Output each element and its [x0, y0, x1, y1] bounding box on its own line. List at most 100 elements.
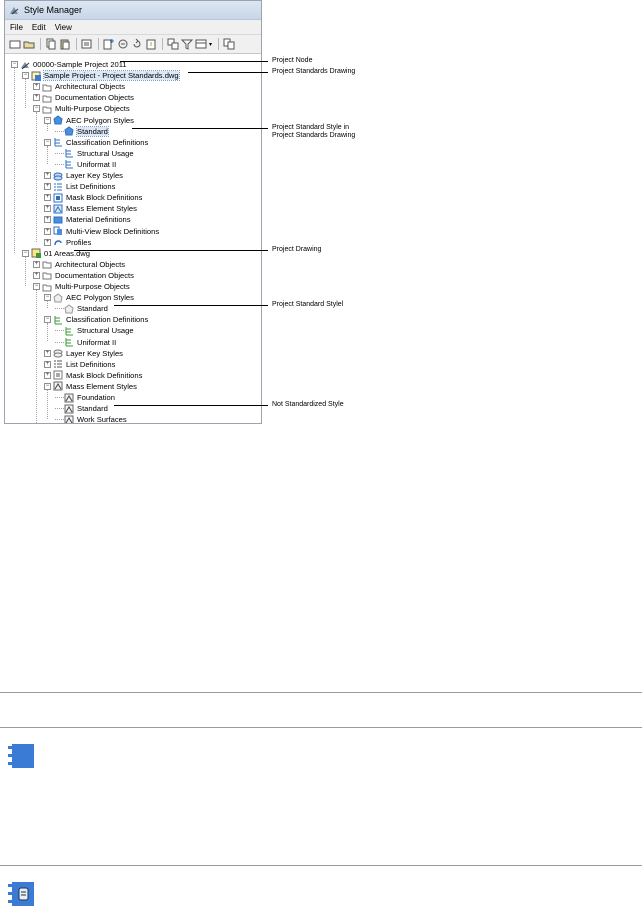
- tree-node[interactable]: Uniformat II: [55, 337, 116, 348]
- tree-guide-line: [47, 389, 48, 420]
- edit-style-icon[interactable]: [81, 38, 93, 50]
- expand-toggle[interactable]: +: [33, 94, 40, 102]
- menu-file[interactable]: File: [10, 23, 23, 32]
- view-options-icon[interactable]: [195, 38, 207, 50]
- tree-node[interactable]: Standard: [55, 403, 108, 414]
- collapse-toggle[interactable]: −: [22, 72, 29, 80]
- tree-node[interactable]: + List Definitions: [44, 181, 115, 192]
- tree-node[interactable]: + Profiles: [44, 237, 91, 248]
- tree-node-label: Documentation Objects: [55, 270, 134, 280]
- tree-node[interactable]: Work Surfaces: [55, 414, 127, 423]
- tree-node[interactable]: − Multi-Purpose Objects: [33, 281, 130, 292]
- tree-node-label: Architectural Objects: [55, 259, 126, 269]
- toolbar-separator: [218, 38, 220, 50]
- folder-icon: [42, 106, 52, 114]
- tree-node[interactable]: + Material Definitions: [44, 214, 131, 225]
- expand-toggle[interactable]: +: [44, 194, 51, 202]
- tree-node-label: Architectural Objects: [55, 82, 126, 92]
- tree-node[interactable]: − AEC Polygon Styles: [44, 115, 134, 126]
- folder-icon: [42, 84, 52, 92]
- open-icon[interactable]: [23, 38, 35, 50]
- tree-node-label: Standard: [76, 125, 109, 137]
- tree-node[interactable]: + Architectural Objects: [33, 259, 125, 270]
- tree-node[interactable]: − Classification Definitions: [44, 137, 148, 148]
- collapse-toggle[interactable]: −: [22, 249, 29, 257]
- style-manager-icon: [10, 6, 19, 14]
- expand-toggle[interactable]: +: [33, 271, 40, 279]
- collapse-toggle[interactable]: −: [11, 61, 18, 68]
- tree-node[interactable]: Structural Usage: [55, 325, 134, 336]
- help-icon[interactable]: [145, 38, 157, 50]
- filter-icon[interactable]: [181, 38, 193, 50]
- mass-gray-icon: [64, 393, 74, 402]
- expand-toggle[interactable]: +: [44, 205, 51, 213]
- folder-icon: [42, 95, 52, 103]
- new-style-icon[interactable]: [103, 38, 115, 50]
- expand-toggle[interactable]: +: [44, 183, 51, 191]
- menu-view[interactable]: View: [55, 23, 72, 32]
- tree-node-label: Uniformat II: [77, 337, 117, 347]
- tree-node-label: Mass Element Styles: [66, 204, 137, 214]
- collapse-toggle[interactable]: −: [44, 382, 51, 390]
- paste-icon[interactable]: [59, 38, 71, 50]
- tree-node[interactable]: + Architectural Objects: [33, 81, 125, 92]
- callout-leader-line: [188, 72, 268, 74]
- menu-edit[interactable]: Edit: [32, 23, 46, 32]
- sync-project-icon[interactable]: [223, 38, 235, 50]
- tree-node[interactable]: − 00000-Sample Project 2011: [11, 59, 127, 70]
- tree-node[interactable]: + Mask Block Definitions: [44, 192, 142, 203]
- tree-node[interactable]: Standard: [55, 303, 108, 314]
- copy-icon[interactable]: [45, 38, 57, 50]
- tree-node-label: Profiles: [66, 237, 92, 247]
- tree-node[interactable]: + Documentation Objects: [33, 92, 134, 103]
- polygon-gray-icon: [53, 292, 63, 303]
- drawing-icon: [31, 248, 41, 259]
- expand-toggle[interactable]: +: [44, 172, 51, 179]
- chevron-down-icon[interactable]: ▾: [209, 41, 212, 48]
- expand-toggle[interactable]: +: [44, 216, 51, 224]
- tree-guide-line: [14, 68, 15, 253]
- expand-toggle[interactable]: +: [33, 260, 40, 268]
- expand-toggle[interactable]: +: [44, 227, 51, 235]
- tree-node[interactable]: + Mask Block Definitions: [44, 370, 142, 381]
- toggle-view-icon[interactable]: [167, 38, 179, 50]
- expand-toggle[interactable]: +: [33, 83, 40, 91]
- tree-node[interactable]: + Multi-View Block Definitions: [44, 226, 159, 237]
- collapse-toggle[interactable]: −: [44, 116, 51, 124]
- classification-icon: [65, 149, 73, 158]
- tree-node[interactable]: Structural Usage: [55, 148, 134, 159]
- tree-node[interactable]: − Sample Project - Project Standards.dwg: [22, 70, 180, 82]
- tree-guide-line: [25, 256, 26, 286]
- expand-toggle[interactable]: +: [44, 238, 51, 246]
- tree-node[interactable]: + List Definitions: [44, 359, 115, 370]
- tree-node[interactable]: − Classification Definitions: [44, 314, 148, 325]
- polygon-icon: [64, 126, 74, 136]
- tree-node[interactable]: − Mass Element Styles: [44, 381, 137, 392]
- collapse-toggle[interactable]: −: [33, 283, 40, 290]
- tree-node[interactable]: − Multi-Purpose Objects: [33, 103, 130, 114]
- tree-node[interactable]: + Documentation Objects: [33, 270, 134, 281]
- tree-node-label: Multi-View Block Definitions: [66, 226, 160, 236]
- tree-node[interactable]: + Mass Element Styles: [44, 203, 137, 214]
- tree-node[interactable]: Uniformat II: [55, 159, 116, 170]
- expand-toggle[interactable]: +: [44, 360, 51, 368]
- collapse-toggle[interactable]: −: [44, 138, 51, 146]
- purge-icon[interactable]: [117, 38, 129, 50]
- collapse-toggle[interactable]: −: [44, 294, 51, 302]
- tree-node[interactable]: + Layer Key Styles: [44, 170, 123, 181]
- tree-node[interactable]: − AEC Polygon Styles: [44, 292, 134, 303]
- tree-node[interactable]: + Layer Key Styles: [44, 348, 123, 359]
- toolbar: ▾: [5, 35, 261, 54]
- classification-icon: [54, 138, 62, 147]
- tree-node[interactable]: Standard: [55, 125, 109, 137]
- refresh-icon[interactable]: [131, 38, 143, 50]
- expand-toggle[interactable]: +: [44, 371, 51, 379]
- expand-toggle[interactable]: +: [44, 349, 51, 357]
- collapse-toggle[interactable]: −: [33, 105, 40, 113]
- tree-node[interactable]: Foundation: [55, 392, 115, 403]
- new-icon[interactable]: [9, 38, 21, 50]
- tree-guide-line: [47, 145, 48, 164]
- project-icon: [21, 61, 30, 69]
- note-icon: [8, 744, 34, 768]
- collapse-toggle[interactable]: −: [44, 316, 51, 324]
